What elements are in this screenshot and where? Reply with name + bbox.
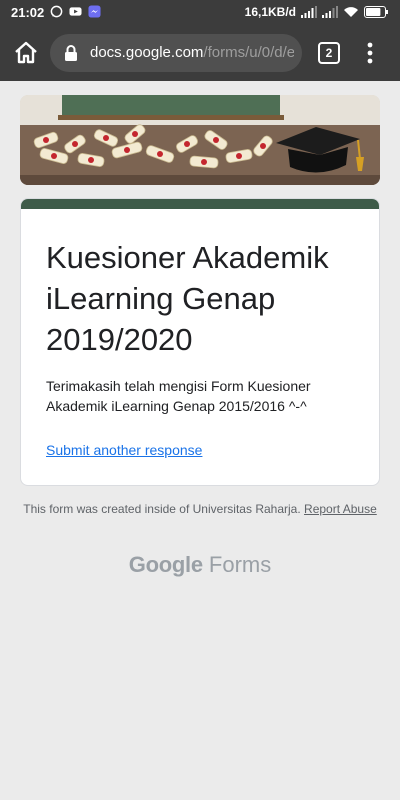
url-host: docs.google.com bbox=[90, 44, 204, 61]
more-menu-icon[interactable] bbox=[362, 41, 378, 65]
wifi-icon bbox=[344, 7, 358, 17]
network-speed: 16,1KB/d bbox=[244, 5, 296, 19]
youtube-icon bbox=[69, 7, 82, 16]
url-text: docs.google.com/forms/u/0/d/e bbox=[90, 44, 294, 61]
card-accent-bar bbox=[21, 199, 379, 209]
home-icon[interactable] bbox=[12, 39, 40, 67]
address-bar[interactable]: docs.google.com/forms/u/0/d/e bbox=[50, 34, 302, 72]
url-path: /forms/u/0/d/e bbox=[203, 44, 294, 61]
browser-toolbar: docs.google.com/forms/u/0/d/e 2 bbox=[0, 25, 400, 81]
signal-icon-2 bbox=[322, 6, 338, 18]
battery-icon bbox=[364, 6, 388, 18]
graduation-banner-illustration bbox=[20, 95, 380, 185]
messenger-icon bbox=[88, 5, 101, 18]
whatsapp-icon bbox=[50, 5, 63, 18]
notification-icons bbox=[50, 5, 101, 18]
status-right: 16,1KB/d bbox=[245, 5, 388, 19]
created-inside-text: This form was created inside of Universi… bbox=[23, 502, 301, 516]
footer-disclaimer: This form was created inside of Universi… bbox=[20, 502, 380, 517]
status-time: 21:02 bbox=[11, 5, 45, 20]
confirmation-message: Terimakasih telah mengisi Form Kuesioner… bbox=[46, 378, 311, 414]
form-title: Kuesioner Akademik iLearning Genap 2019/… bbox=[46, 240, 329, 357]
google-forms-logo: Google Forms bbox=[0, 552, 400, 578]
tab-switcher-button[interactable]: 2 bbox=[318, 42, 340, 64]
report-abuse-link[interactable]: Report Abuse bbox=[304, 502, 377, 516]
forms-wordmark: Forms bbox=[208, 552, 272, 577]
form-header-image bbox=[20, 95, 380, 185]
lock-icon bbox=[65, 45, 77, 61]
submit-another-response-link[interactable]: Submit another response bbox=[46, 442, 202, 458]
google-wordmark: Google bbox=[128, 552, 203, 577]
form-card: Kuesioner Akademik iLearning Genap 2019/… bbox=[20, 198, 380, 486]
signal-icon bbox=[301, 6, 317, 18]
status-bar: 21:02 16,1KB/d bbox=[0, 0, 400, 25]
